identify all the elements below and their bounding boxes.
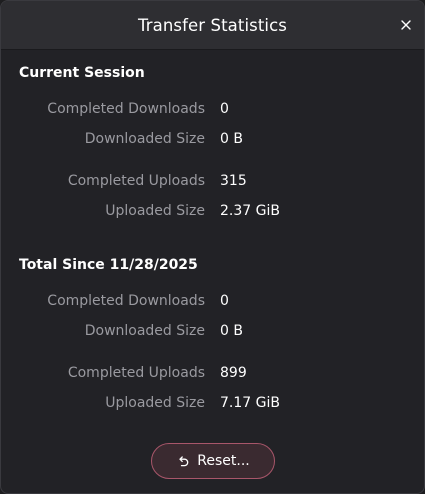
current-completed-downloads-label: Completed Downloads: [47, 101, 205, 117]
total-uploaded-size-value: 7.17 GiB: [220, 395, 280, 411]
reset-button[interactable]: Reset...: [151, 443, 275, 479]
total-completed-downloads-label: Completed Downloads: [47, 293, 205, 309]
current-downloaded-size-label: Downloaded Size: [84, 131, 205, 147]
total-completed-uploads-label: Completed Uploads: [67, 365, 205, 381]
current-session-heading: Current Session: [19, 65, 145, 81]
reset-button-label: Reset...: [197, 453, 250, 469]
titlebar: Transfer Statistics: [1, 1, 424, 50]
current-uploaded-size-value: 2.37 GiB: [220, 203, 280, 219]
total-downloaded-size-label: Downloaded Size: [84, 323, 205, 339]
total-completed-uploads-value: 899: [220, 365, 247, 381]
close-icon: [401, 20, 411, 30]
current-completed-downloads-value: 0: [220, 101, 229, 117]
current-downloaded-size-value: 0 B: [220, 131, 243, 147]
current-completed-uploads-value: 315: [220, 173, 247, 189]
total-downloaded-size-value: 0 B: [220, 323, 243, 339]
undo-icon: [176, 454, 190, 468]
transfer-statistics-dialog: Transfer Statistics Current Session Comp…: [0, 0, 425, 494]
close-button[interactable]: [398, 17, 414, 33]
dialog-title: Transfer Statistics: [138, 15, 287, 35]
total-completed-downloads-value: 0: [220, 293, 229, 309]
total-heading: Total Since 11/28/2025: [19, 257, 198, 273]
total-uploaded-size-label: Uploaded Size: [105, 395, 205, 411]
current-uploaded-size-label: Uploaded Size: [105, 203, 205, 219]
current-completed-uploads-label: Completed Uploads: [67, 173, 205, 189]
